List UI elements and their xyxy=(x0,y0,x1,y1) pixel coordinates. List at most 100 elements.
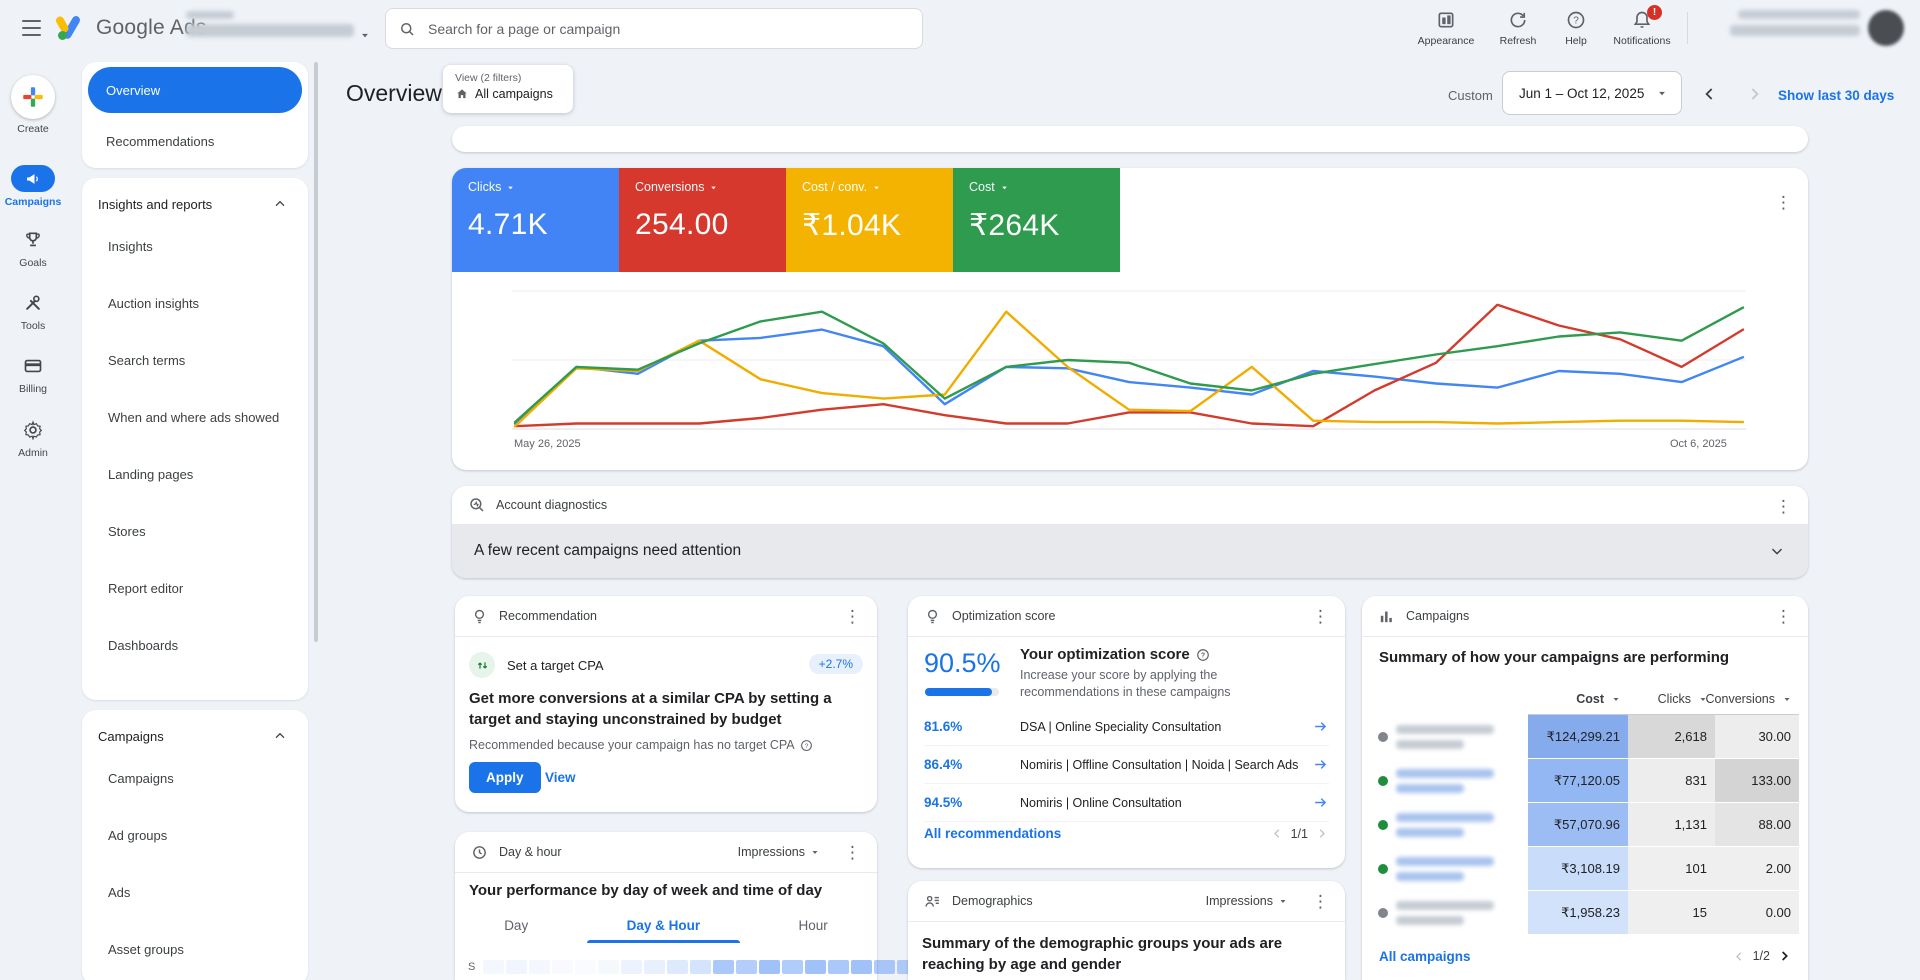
rail-item-create[interactable]: Create xyxy=(0,75,66,135)
rail-item-tools[interactable]: Tools xyxy=(0,290,66,332)
sidebar-item-dashboards[interactable]: Dashboards xyxy=(82,617,308,674)
pager-prev-icon[interactable] xyxy=(1732,949,1747,964)
sidebar-item-auction-insights[interactable]: Auction insights xyxy=(82,275,308,332)
metric-tiles: Clicks4.71KConversions254.00Cost / conv.… xyxy=(452,168,1120,272)
arrow-right-icon[interactable] xyxy=(1312,756,1329,773)
chart-line-cost-conv- xyxy=(515,312,1743,427)
sidebar-item-asset-groups[interactable]: Asset groups xyxy=(82,921,308,978)
help-button[interactable]: ? Help xyxy=(1540,10,1612,47)
sidebar-item-ad-groups[interactable]: Ad groups xyxy=(82,807,308,864)
sidebar-item-ads[interactable]: Ads xyxy=(82,864,308,921)
view-button[interactable]: View xyxy=(545,770,576,785)
campaign-name-cell[interactable] xyxy=(1376,803,1528,847)
sidebar-group-header-campaigns[interactable]: Campaigns xyxy=(82,710,308,750)
demographics-metric-dropdown[interactable]: Impressions xyxy=(1206,894,1289,908)
sidebar-item-report-editor[interactable]: Report editor xyxy=(82,560,308,617)
google-ads-logo[interactable]: Google Ads xyxy=(56,14,207,41)
campaigns-card-title: Campaigns xyxy=(1406,609,1469,623)
pager-prev-icon[interactable] xyxy=(1270,826,1285,841)
avatar[interactable] xyxy=(1868,10,1904,46)
column-header-conversions[interactable]: Conversions xyxy=(1715,686,1799,715)
menu-icon[interactable] xyxy=(22,20,41,36)
redacted-campaign-name xyxy=(1396,813,1494,837)
apply-button[interactable]: Apply xyxy=(469,762,541,793)
sidebar-item-landing-pages[interactable]: Landing pages xyxy=(82,446,308,503)
rail-item-billing[interactable]: Billing xyxy=(0,353,66,395)
sidebar-item-recommendations[interactable]: Recommendations xyxy=(106,134,214,149)
arrow-right-icon[interactable] xyxy=(1312,794,1329,811)
view-filters-chip[interactable]: View (2 filters) All campaigns xyxy=(443,65,573,113)
search-input[interactable] xyxy=(426,20,910,38)
metric-tile-cost-conv-[interactable]: Cost / conv.₹1.04K xyxy=(786,168,953,272)
arrow-right-icon[interactable] xyxy=(1312,718,1329,735)
all-campaigns-link[interactable]: All campaigns xyxy=(1379,949,1471,964)
column-header-clicks[interactable]: Clicks xyxy=(1628,686,1715,715)
caret-down-icon xyxy=(999,182,1010,193)
notifications-button[interactable]: ! Notifications xyxy=(1606,10,1678,47)
recommendation-menu-icon[interactable]: ⋮ xyxy=(844,608,861,625)
demographics-menu-icon[interactable]: ⋮ xyxy=(1312,893,1329,910)
optimization-row[interactable]: 94.5%Nomiris | Online Consultation xyxy=(924,784,1329,822)
caret-down-icon xyxy=(871,182,882,193)
campaign-name-cell[interactable] xyxy=(1376,759,1528,803)
x-axis-end-label: Oct 6, 2025 xyxy=(1670,438,1727,450)
sidebar-group-header-insights-and-reports[interactable]: Insights and reports xyxy=(82,178,308,218)
appearance-icon xyxy=(1410,10,1482,32)
cost-cell: ₹1,958.23 xyxy=(1528,891,1628,935)
metric-tile-conversions[interactable]: Conversions254.00 xyxy=(619,168,786,272)
bar-chart-icon xyxy=(1378,608,1395,625)
optimization-row[interactable]: 86.4%Nomiris | Offline Consultation | No… xyxy=(924,746,1329,784)
sidebar-item-search-terms[interactable]: Search terms xyxy=(82,332,308,389)
campaigns-summary-text: Summary of how your campaigns are perfor… xyxy=(1379,649,1729,666)
sidebar-item-overview[interactable]: Overview xyxy=(88,67,302,113)
tab-day[interactable]: Day xyxy=(504,918,528,943)
diagnostics-banner[interactable]: A few recent campaigns need attention xyxy=(452,524,1808,578)
date-range-picker[interactable]: Jun 1 – Oct 12, 2025 xyxy=(1502,71,1682,115)
metric-tile-clicks[interactable]: Clicks4.71K xyxy=(452,168,619,272)
day-hour-metric-dropdown[interactable]: Impressions xyxy=(738,845,821,859)
recommendation-card-title: Recommendation xyxy=(499,609,597,623)
campaigns-menu-icon[interactable]: ⋮ xyxy=(1775,608,1792,625)
help-circle-icon[interactable]: ? xyxy=(1196,648,1210,662)
all-recommendations-link[interactable]: All recommendations xyxy=(924,826,1061,841)
chart-card-menu-icon[interactable]: ⋮ xyxy=(1775,194,1792,211)
show-last-30-days-link[interactable]: Show last 30 days xyxy=(1778,88,1894,103)
sidebar-item-campaigns[interactable]: Campaigns xyxy=(82,750,308,807)
sidebar-scrollbar[interactable] xyxy=(314,62,318,642)
optimization-row[interactable]: 81.6%DSA | Online Speciality Consultatio… xyxy=(924,708,1329,746)
heatmap-cell xyxy=(575,960,596,974)
sidebar-item-insights[interactable]: Insights xyxy=(82,218,308,275)
sidebar-item-when-and-where-ads-showed[interactable]: When and where ads showed xyxy=(82,389,308,446)
campaign-name-cell[interactable] xyxy=(1376,847,1528,891)
next-period-button[interactable] xyxy=(1744,84,1764,104)
tools-icon xyxy=(0,290,66,316)
diagnostics-menu-icon[interactable]: ⋮ xyxy=(1775,498,1792,515)
optimization-menu-icon[interactable]: ⋮ xyxy=(1312,608,1329,625)
svg-text:?: ? xyxy=(1201,652,1205,659)
rail-item-admin[interactable]: Admin xyxy=(0,417,66,459)
rail-item-goals[interactable]: Goals xyxy=(0,227,66,269)
metric-tile-cost[interactable]: Cost₹264K xyxy=(953,168,1120,272)
tab-hour[interactable]: Hour xyxy=(799,918,828,943)
heatmap-cell xyxy=(690,960,711,974)
pager-next-icon[interactable] xyxy=(1776,948,1792,964)
metric-value: ₹264K xyxy=(969,208,1120,243)
sidebar-item-stores[interactable]: Stores xyxy=(82,503,308,560)
redacted-account-breadcrumb xyxy=(186,11,234,19)
create-plus-icon xyxy=(11,75,55,119)
column-header-cost[interactable]: Cost xyxy=(1528,686,1628,715)
tab-day-hour[interactable]: Day & Hour xyxy=(627,918,701,943)
account-switcher[interactable] xyxy=(186,11,354,37)
help-circle-icon[interactable]: ? xyxy=(800,739,813,752)
demographics-card-title: Demographics xyxy=(952,894,1033,908)
campaigns-table: CostClicksConversions₹124,299.212,61830.… xyxy=(1376,686,1799,935)
day-hour-menu-icon[interactable]: ⋮ xyxy=(844,844,861,861)
optimization-subtext: Increase your score by applying the reco… xyxy=(1020,667,1320,701)
previous-period-button[interactable] xyxy=(1700,84,1720,104)
performance-chart-card: Clicks4.71KConversions254.00Cost / conv.… xyxy=(452,168,1808,470)
pager-next-icon[interactable] xyxy=(1314,826,1329,841)
signed-in-account[interactable] xyxy=(1730,10,1860,36)
rail-item-campaigns[interactable]: Campaigns xyxy=(0,165,66,208)
global-search[interactable] xyxy=(385,8,923,49)
appearance-button[interactable]: Appearance xyxy=(1410,10,1482,47)
